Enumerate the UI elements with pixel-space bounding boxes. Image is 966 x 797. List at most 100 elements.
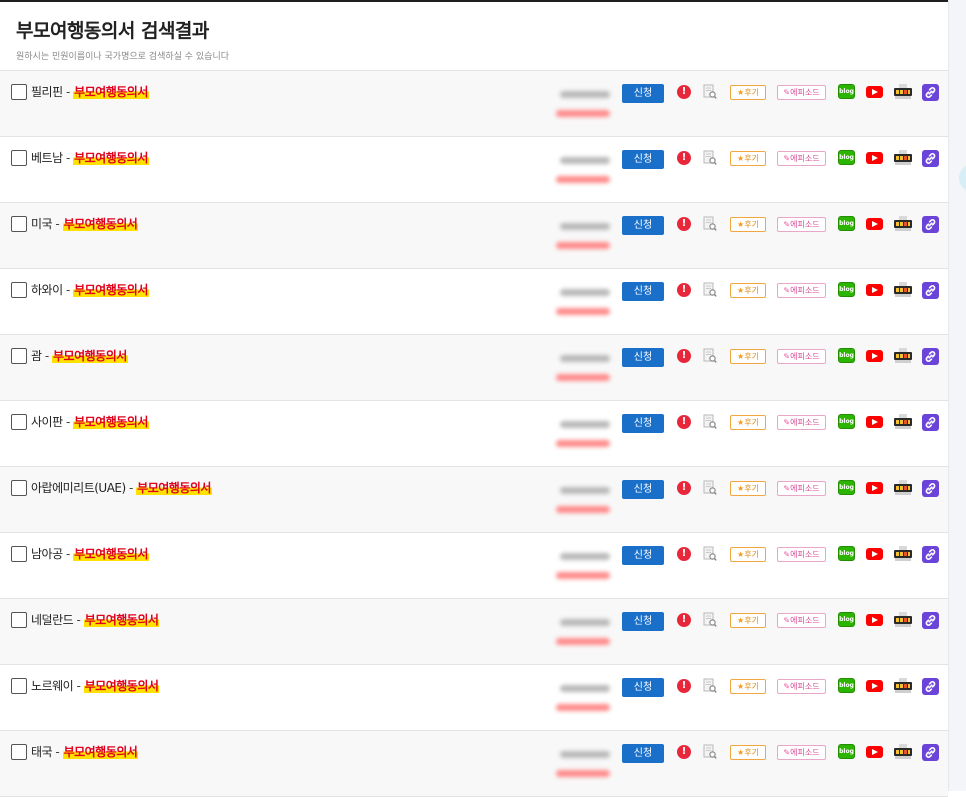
exclamation-circle-icon[interactable]: !: [677, 481, 691, 495]
naver-blog-icon[interactable]: blog: [838, 414, 855, 429]
exclamation-circle-icon[interactable]: !: [677, 217, 691, 231]
news-icon[interactable]: [894, 414, 912, 430]
result-title[interactable]: 사이판 - 부모여행동의서: [31, 413, 149, 430]
naver-blog-icon[interactable]: blog: [838, 216, 855, 231]
result-title[interactable]: 베트남 - 부모여행동의서: [31, 149, 149, 166]
row-checkbox[interactable]: [11, 414, 27, 430]
youtube-icon[interactable]: [866, 548, 883, 560]
episode-button[interactable]: ✎에피소드: [777, 85, 826, 100]
result-title[interactable]: 하와이 - 부모여행동의서: [31, 281, 149, 298]
row-checkbox[interactable]: [11, 612, 27, 628]
youtube-icon[interactable]: [866, 680, 883, 692]
episode-button[interactable]: ✎에피소드: [777, 613, 826, 628]
episode-button[interactable]: ✎에피소드: [777, 349, 826, 364]
link-icon[interactable]: [922, 216, 939, 233]
link-icon[interactable]: [922, 678, 939, 695]
link-icon[interactable]: [922, 546, 939, 563]
link-icon[interactable]: [922, 744, 939, 761]
side-tab-handle[interactable]: [959, 164, 966, 192]
naver-blog-icon[interactable]: blog: [838, 480, 855, 495]
youtube-icon[interactable]: [866, 218, 883, 230]
review-button[interactable]: ★후기: [730, 283, 766, 298]
review-button[interactable]: ★후기: [730, 547, 766, 562]
row-checkbox[interactable]: [11, 480, 27, 496]
row-checkbox[interactable]: [11, 84, 27, 100]
apply-button[interactable]: 신청: [622, 84, 664, 103]
link-icon[interactable]: [922, 84, 939, 101]
row-checkbox[interactable]: [11, 678, 27, 694]
apply-button[interactable]: 신청: [622, 348, 664, 367]
result-title[interactable]: 괌 - 부모여행동의서: [31, 347, 128, 364]
naver-blog-icon[interactable]: blog: [838, 150, 855, 165]
result-title[interactable]: 미국 - 부모여행동의서: [31, 215, 139, 232]
youtube-icon[interactable]: [866, 152, 883, 164]
link-icon[interactable]: [922, 150, 939, 167]
news-icon[interactable]: [894, 678, 912, 694]
document-search-icon[interactable]: [703, 348, 717, 364]
episode-button[interactable]: ✎에피소드: [777, 679, 826, 694]
document-search-icon[interactable]: [703, 414, 717, 430]
result-title[interactable]: 노르웨이 - 부모여행동의서: [31, 677, 160, 694]
document-search-icon[interactable]: [703, 546, 717, 562]
result-title[interactable]: 남아공 - 부모여행동의서: [31, 545, 149, 562]
youtube-icon[interactable]: [866, 614, 883, 626]
document-search-icon[interactable]: [703, 84, 717, 100]
news-icon[interactable]: [894, 348, 912, 364]
review-button[interactable]: ★후기: [730, 415, 766, 430]
apply-button[interactable]: 신청: [622, 216, 664, 235]
result-title[interactable]: 네덜란드 - 부모여행동의서: [31, 611, 160, 628]
exclamation-circle-icon[interactable]: !: [677, 745, 691, 759]
document-search-icon[interactable]: [703, 480, 717, 496]
apply-button[interactable]: 신청: [622, 546, 664, 565]
row-checkbox[interactable]: [11, 282, 27, 298]
youtube-icon[interactable]: [866, 284, 883, 296]
link-icon[interactable]: [922, 414, 939, 431]
naver-blog-icon[interactable]: blog: [838, 744, 855, 759]
exclamation-circle-icon[interactable]: !: [677, 613, 691, 627]
exclamation-circle-icon[interactable]: !: [677, 151, 691, 165]
exclamation-circle-icon[interactable]: !: [677, 415, 691, 429]
document-search-icon[interactable]: [703, 282, 717, 298]
episode-button[interactable]: ✎에피소드: [777, 151, 826, 166]
news-icon[interactable]: [894, 480, 912, 496]
naver-blog-icon[interactable]: blog: [838, 84, 855, 99]
news-icon[interactable]: [894, 546, 912, 562]
result-title[interactable]: 태국 - 부모여행동의서: [31, 743, 139, 760]
youtube-icon[interactable]: [866, 746, 883, 758]
row-checkbox[interactable]: [11, 744, 27, 760]
apply-button[interactable]: 신청: [622, 678, 664, 697]
row-checkbox[interactable]: [11, 216, 27, 232]
result-title[interactable]: 아랍에미리트(UAE) - 부모여행동의서: [31, 479, 212, 496]
exclamation-circle-icon[interactable]: !: [677, 85, 691, 99]
row-checkbox[interactable]: [11, 546, 27, 562]
result-title[interactable]: 필리핀 - 부모여행동의서: [31, 83, 149, 100]
news-icon[interactable]: [894, 744, 912, 760]
naver-blog-icon[interactable]: blog: [838, 612, 855, 627]
review-button[interactable]: ★후기: [730, 151, 766, 166]
apply-button[interactable]: 신청: [622, 480, 664, 499]
naver-blog-icon[interactable]: blog: [838, 348, 855, 363]
link-icon[interactable]: [922, 348, 939, 365]
youtube-icon[interactable]: [866, 482, 883, 494]
row-checkbox[interactable]: [11, 150, 27, 166]
document-search-icon[interactable]: [703, 150, 717, 166]
episode-button[interactable]: ✎에피소드: [777, 547, 826, 562]
link-icon[interactable]: [922, 612, 939, 629]
naver-blog-icon[interactable]: blog: [838, 678, 855, 693]
review-button[interactable]: ★후기: [730, 679, 766, 694]
episode-button[interactable]: ✎에피소드: [777, 481, 826, 496]
exclamation-circle-icon[interactable]: !: [677, 283, 691, 297]
news-icon[interactable]: [894, 150, 912, 166]
episode-button[interactable]: ✎에피소드: [777, 415, 826, 430]
review-button[interactable]: ★후기: [730, 85, 766, 100]
link-icon[interactable]: [922, 480, 939, 497]
exclamation-circle-icon[interactable]: !: [677, 679, 691, 693]
episode-button[interactable]: ✎에피소드: [777, 283, 826, 298]
link-icon[interactable]: [922, 282, 939, 299]
exclamation-circle-icon[interactable]: !: [677, 547, 691, 561]
exclamation-circle-icon[interactable]: !: [677, 349, 691, 363]
document-search-icon[interactable]: [703, 744, 717, 760]
news-icon[interactable]: [894, 612, 912, 628]
youtube-icon[interactable]: [866, 416, 883, 428]
youtube-icon[interactable]: [866, 350, 883, 362]
